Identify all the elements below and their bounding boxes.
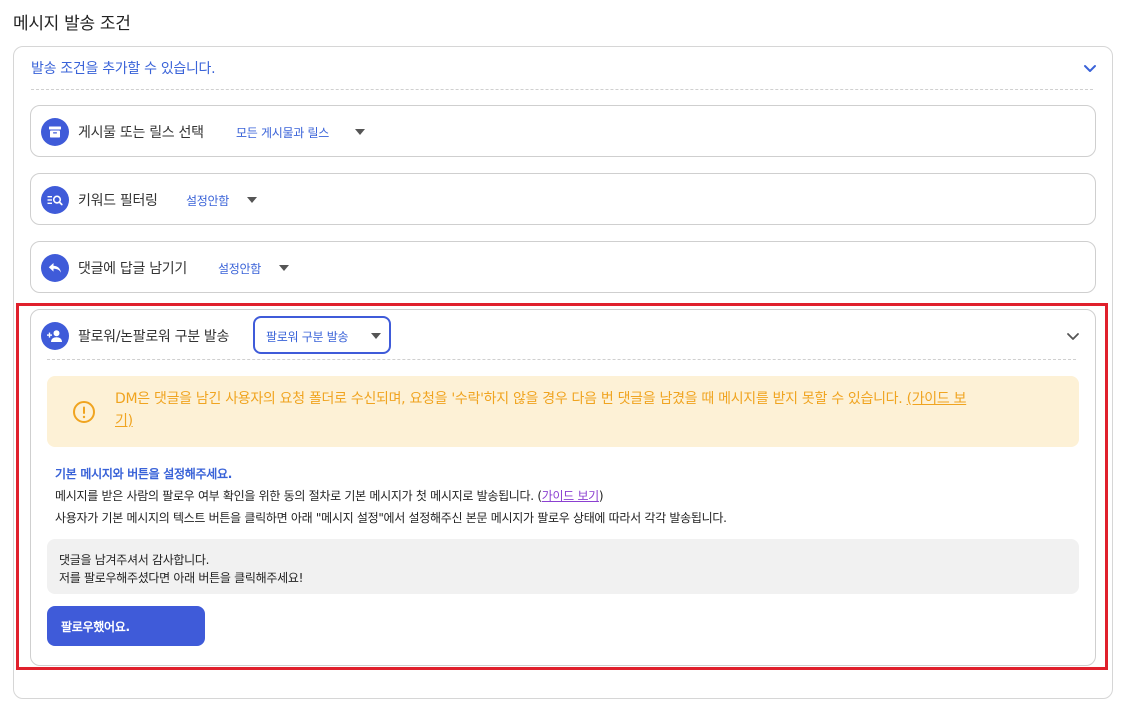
condition-card-keyword-filter: 키워드 필터링 설정안함: [30, 173, 1096, 225]
reply-dropdown[interactable]: 설정안함: [218, 260, 261, 277]
condition-title: 키워드 필터링: [78, 193, 158, 209]
divider: [31, 89, 1093, 90]
chevron-down-icon[interactable]: [1082, 60, 1098, 76]
archive-box-icon: [41, 118, 69, 146]
post-select-dropdown[interactable]: 모든 게시물과 릴스: [236, 124, 329, 141]
reply-arrow-icon: [41, 254, 69, 282]
page-title: 메시지 발송 조건: [13, 14, 131, 34]
caret-down-icon[interactable]: [247, 197, 257, 203]
keyword-search-icon: [41, 186, 69, 214]
condition-card-post-select: 게시물 또는 릴스 선택 모든 게시물과 릴스: [30, 105, 1096, 157]
condition-title: 게시물 또는 릴스 선택: [78, 125, 204, 141]
condition-title: 댓글에 답글 남기기: [78, 261, 187, 277]
add-condition-toggle[interactable]: 발송 조건을 추가할 수 있습니다.: [31, 58, 216, 78]
caret-down-icon[interactable]: [355, 129, 365, 135]
caret-down-icon[interactable]: [279, 265, 289, 271]
highlight-frame: [16, 303, 1108, 670]
condition-card-reply: 댓글에 답글 남기기 설정안함: [30, 241, 1096, 293]
keyword-filter-dropdown[interactable]: 설정안함: [186, 192, 229, 209]
